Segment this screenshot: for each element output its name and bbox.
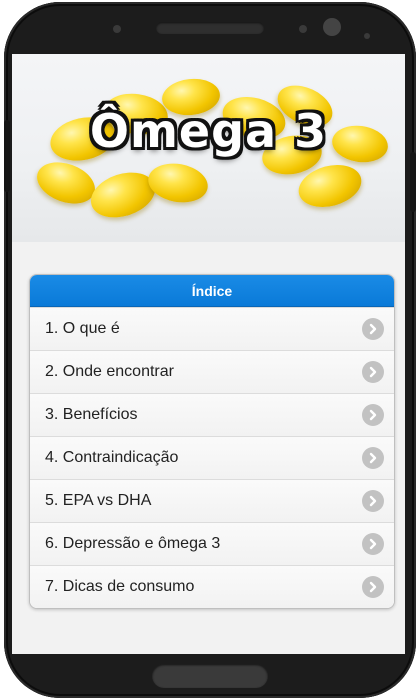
proximity-sensor (299, 25, 307, 33)
index-item-epa-vs-dha[interactable]: 5. EPA vs DHA (30, 479, 394, 522)
hero-title: Ômega 3 (89, 104, 328, 158)
chevron-right-icon (362, 447, 384, 469)
front-sensor (113, 25, 121, 33)
index-item-contraindicacao[interactable]: 4. Contraindicação (30, 436, 394, 479)
index-item-label: 6. Depressão e ômega 3 (45, 535, 221, 552)
index-item-dicas-de-consumo[interactable]: 7. Dicas de consumo (30, 565, 394, 608)
chevron-right-icon (362, 576, 384, 598)
phone-top-bar (0, 0, 420, 54)
chevron-right-icon (362, 490, 384, 512)
index-item-label: 2. Onde encontrar (45, 363, 174, 380)
index-item-label: 7. Dicas de consumo (45, 578, 195, 595)
index-item-label: 3. Benefícios (45, 406, 138, 423)
volume-button (4, 120, 10, 192)
chevron-right-icon (362, 533, 384, 555)
home-button[interactable] (152, 664, 268, 688)
index-header: Índice (30, 275, 394, 307)
index-item-label: 1. O que é (45, 320, 120, 337)
hero-banner: Ômega 3 (12, 54, 405, 242)
front-camera (323, 18, 341, 36)
index-item-o-que-e[interactable]: 1. O que é (30, 307, 394, 350)
chevron-right-icon (362, 404, 384, 426)
index-list: Índice 1. O que é 2. Onde encontrar 3. B… (29, 274, 395, 609)
power-button (410, 152, 416, 212)
chevron-right-icon (362, 318, 384, 340)
chevron-right-icon (362, 361, 384, 383)
capsule-image (145, 159, 211, 207)
index-item-depressao[interactable]: 6. Depressão e ômega 3 (30, 522, 394, 565)
app-screen: Ômega 3 Índice 1. O que é 2. Onde encont… (12, 54, 405, 654)
index-item-label: 5. EPA vs DHA (45, 492, 152, 509)
index-item-onde-encontrar[interactable]: 2. Onde encontrar (30, 350, 394, 393)
index-item-label: 4. Contraindicação (45, 449, 179, 466)
index-item-beneficios[interactable]: 3. Benefícios (30, 393, 394, 436)
light-sensor (364, 33, 370, 39)
earpiece-speaker (156, 22, 264, 34)
